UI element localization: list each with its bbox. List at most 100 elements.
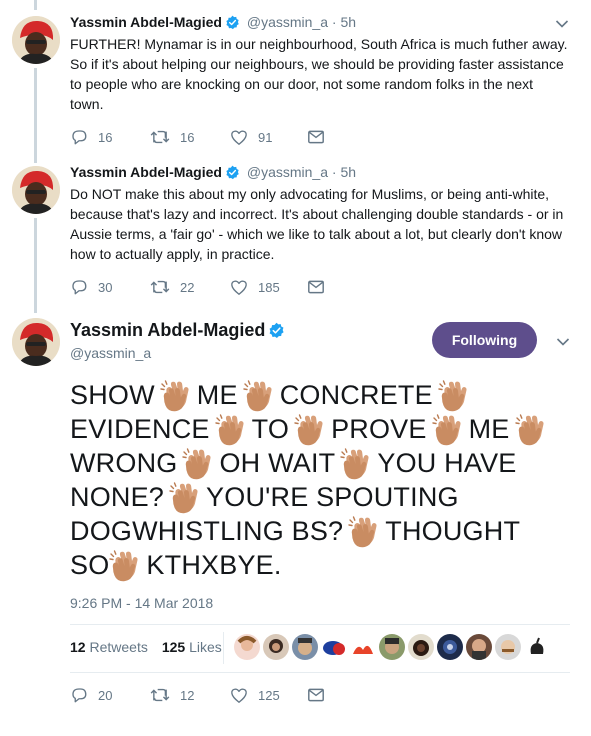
retweet-icon [150,688,170,702]
main-tweet-text: SHOW ME CONCRETE EVIDENCE TO PROVE ME WRONG OH… [70,378,560,582]
message-icon [308,688,324,702]
clap-emoji [169,482,201,514]
liker-avatars [234,634,550,660]
likes-stat-label: Likes [189,639,222,655]
like-count: 125 [258,687,280,703]
avatar[interactable] [12,318,60,366]
author-handle[interactable]: @yassmin_a [247,164,328,180]
tweet-header: Yassmin Abdel-Magied @yassmin_a · 5h [70,164,356,183]
reply-count: 30 [98,279,113,295]
divider [70,672,570,673]
verified-icon [225,165,240,183]
like-button[interactable]: 185 [230,279,308,296]
retweet-button[interactable]: 16 [150,128,230,146]
clap-emoji [438,380,470,412]
liker-avatar[interactable] [408,634,434,660]
likes-stat-count: 125 [161,639,186,655]
thread-tweet[interactable]: Yassmin Abdel-Magied @yassmin_a · 5h Do … [0,164,591,304]
clap-emoji [243,380,275,412]
tweet-time[interactable]: 5h [340,14,356,30]
clap-emoji [182,448,214,480]
retweet-count: 12 [180,687,195,703]
author-handle[interactable]: @yassmin_a [247,14,328,30]
tweet-time[interactable]: 5h [340,164,356,180]
reply-button[interactable]: 30 [70,278,150,296]
tweet-word: ME [196,380,238,410]
clap-emoji [348,516,380,548]
message-button[interactable] [308,280,388,294]
heart-icon [231,129,247,145]
retweet-button[interactable]: 12 [150,686,230,704]
tweet-word: OH WAIT [219,448,336,478]
liker-avatar[interactable] [350,634,376,660]
heart-icon [231,279,247,295]
stats-separator [223,632,224,664]
retweet-icon [150,130,170,144]
author-name[interactable]: Yassmin Abdel-Magied [70,14,222,30]
clap-emoji [515,414,547,446]
chevron-down-icon[interactable] [555,16,569,34]
verified-icon [268,322,285,344]
thread-line [34,0,37,10]
avatar[interactable] [12,166,60,214]
liker-avatar[interactable] [379,634,405,660]
message-button[interactable] [308,688,388,702]
liker-avatar[interactable] [292,634,318,660]
retweets-stat-label: Retweets [89,639,148,655]
reply-icon [72,688,87,703]
liker-avatar[interactable] [437,634,463,660]
clap-emoji [160,380,192,412]
retweet-count: 22 [180,279,195,295]
reply-icon [72,130,87,145]
like-count: 185 [258,279,280,295]
tweet-word: EVIDENCE [70,414,210,444]
liker-avatar[interactable] [263,634,289,660]
avatar[interactable] [12,16,60,64]
following-button[interactable]: Following [432,322,537,358]
likes-stat[interactable]: 125 Likes [162,639,222,655]
message-button[interactable] [308,130,388,144]
verified-icon [225,15,240,33]
like-button[interactable]: 91 [230,129,308,146]
tweet-header: Yassmin Abdel-Magied @yassmin_a · 5h [70,14,356,33]
tweet-word: SHOW [70,380,155,410]
tweet-actions: 20 12 125 [70,686,388,704]
thread-tweet[interactable]: Yassmin Abdel-Magied @yassmin_a · 5h FUR… [0,14,591,154]
separator-dot: · [331,164,337,180]
heart-icon [231,687,247,703]
chevron-down-icon[interactable] [556,334,570,352]
liker-avatar[interactable] [321,634,347,660]
retweet-button[interactable]: 22 [150,278,230,296]
tweet-actions: 16 16 91 [70,128,388,146]
clap-emoji [340,448,372,480]
reply-button[interactable]: 16 [70,128,150,146]
reply-count: 16 [98,129,113,145]
tweet-word: WRONG [70,448,178,478]
liker-avatar[interactable] [466,634,492,660]
clap-emoji [432,414,464,446]
like-button[interactable]: 125 [230,687,308,704]
liker-avatar[interactable] [495,634,521,660]
message-icon [308,130,324,144]
liker-avatar[interactable] [524,634,550,660]
author-handle[interactable]: @yassmin_a [70,345,151,361]
liker-avatar[interactable] [234,634,260,660]
tweet-text: FURTHER! Mynamar is in our neighbourhood… [70,36,568,112]
clap-emoji [215,414,247,446]
retweet-count: 16 [180,129,195,145]
clap-emoji [294,414,326,446]
tweet-word: CONCRETE [279,380,433,410]
retweet-icon [150,280,170,294]
tweet-word: PROVE [331,414,427,444]
retweets-stat[interactable]: 12 Retweets [70,639,148,655]
main-author-name[interactable]: Yassmin Abdel-Magied [70,320,288,344]
tweet-timestamp[interactable]: 9:26 PM - 14 Mar 2018 [70,595,213,611]
message-icon [308,280,324,294]
tweet-word: ME [468,414,510,444]
author-name[interactable]: Yassmin Abdel-Magied [70,164,222,180]
tweet-actions: 30 22 185 [70,278,388,296]
like-count: 91 [258,129,273,145]
author-name[interactable]: Yassmin Abdel-Magied [70,320,265,340]
reply-button[interactable]: 20 [70,686,150,704]
reply-count: 20 [98,687,113,703]
